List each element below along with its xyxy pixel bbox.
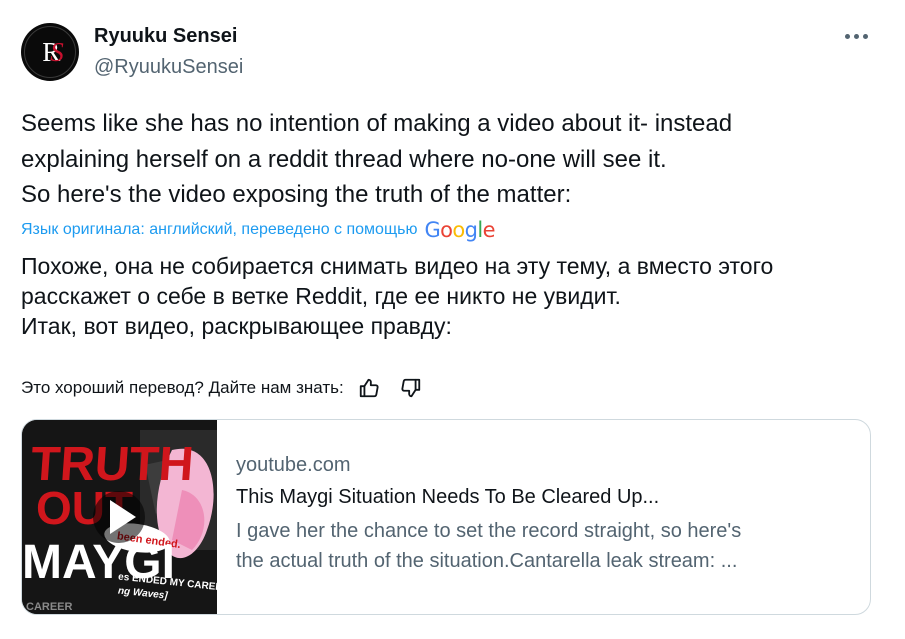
card-description-line: the actual truth of the situation.Cantar…	[236, 550, 738, 572]
card-title: This Maygi Situation Needs To Be Cleared…	[236, 486, 660, 508]
avatar[interactable]: RS	[21, 23, 79, 81]
translated-text: Похоже, она не собирается снимать видео …	[21, 251, 881, 341]
author-name[interactable]: Ryuuku Sensei	[94, 25, 237, 48]
thumbs-up-icon	[359, 378, 379, 398]
more-options-button[interactable]	[845, 34, 869, 40]
more-horizontal-icon-dot	[854, 34, 859, 39]
tweet-line: explaining herself on a reddit thread wh…	[21, 145, 667, 173]
thumbs-up-button[interactable]	[356, 375, 382, 401]
thumbs-down-icon	[401, 378, 420, 398]
translation-feedback: Это хороший перевод? Дайте нам знать:	[21, 374, 424, 402]
tweet-text: Seems like she has no intention of makin…	[21, 106, 881, 213]
translated-line: расскажет о себе в ветке Reddit, где ее …	[21, 283, 621, 309]
avatar-monogram: RS	[42, 36, 63, 67]
feedback-question: Это хороший перевод? Дайте нам знать:	[21, 378, 344, 397]
card-description-line: I gave her the chance to set the record …	[236, 520, 742, 542]
thumbnail-art: been ended. TRUTH OUT MAYGI es ENDED MY …	[22, 420, 217, 614]
card-info: youtube.com This Maygi Situation Needs T…	[236, 454, 846, 576]
google-logo: Google	[424, 218, 495, 242]
thumbnail-corner-text: CAREER	[26, 601, 73, 613]
translated-line: Итак, вот видео, раскрывающее правду:	[21, 313, 452, 339]
author-handle[interactable]: @RyuukuSensei	[94, 56, 243, 79]
video-thumbnail[interactable]: been ended. TRUTH OUT MAYGI es ENDED MY …	[22, 420, 217, 614]
tweet-line: So here's the video exposing the truth o…	[21, 181, 572, 208]
translation-note-link[interactable]: Язык оригинала: английский, переведено с…	[21, 221, 417, 239]
more-horizontal-icon-dot	[863, 34, 868, 39]
tweet-line: Seems like she has no intention of makin…	[21, 110, 733, 137]
card-description: I gave her the chance to set the record …	[236, 516, 846, 576]
link-preview-card[interactable]: been ended. TRUTH OUT MAYGI es ENDED MY …	[21, 419, 871, 615]
translation-attribution: Язык оригинала: английский, переведено с…	[21, 216, 496, 244]
translated-line: Похоже, она не собирается снимать видео …	[21, 253, 774, 279]
thumbs-down-button[interactable]	[398, 375, 424, 401]
more-horizontal-icon	[845, 34, 850, 39]
card-domain: youtube.com	[236, 454, 351, 476]
